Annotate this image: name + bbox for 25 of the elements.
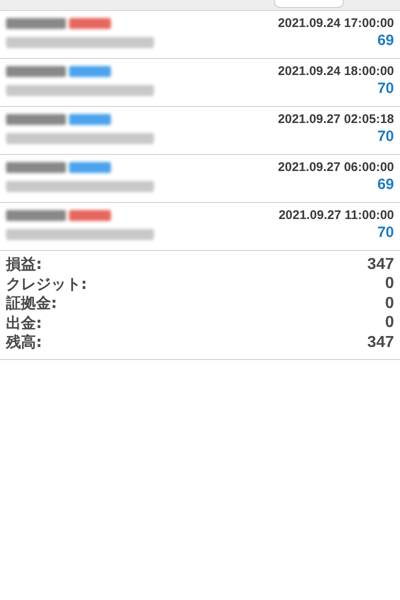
summary-label: クレジット:: [6, 274, 87, 294]
summary-label: 損益:: [6, 255, 42, 274]
summary-value: 0: [385, 275, 394, 294]
redacted-symbol: [6, 114, 66, 125]
summary-value: 0: [385, 294, 394, 313]
trade-time: 2021.09.24 17:00:00: [278, 16, 394, 30]
redacted-symbol: [6, 18, 66, 29]
redacted-symbol: [6, 66, 66, 77]
summary-label: 出金:: [6, 314, 42, 333]
trade-time: 2021.09.27 02:05:18: [278, 112, 394, 126]
summary-label: 証拠金:: [6, 294, 57, 314]
summary-value: 0: [385, 314, 394, 332]
redacted-symbol: [6, 210, 66, 221]
summary-value: 347: [367, 256, 394, 274]
redacted-symbol: [6, 162, 66, 173]
summary-value: 347: [367, 334, 394, 352]
trade-time: 2021.09.24 18:00:00: [278, 64, 394, 78]
trade-profit: 70: [377, 224, 394, 241]
trade-profit: 70: [377, 128, 394, 145]
trade-profit: 70: [377, 80, 394, 97]
trade-time: 2021.09.27 06:00:00: [278, 160, 394, 174]
trade-profit: 69: [377, 32, 394, 49]
trade-time: 2021.09.27 11:00:00: [278, 208, 394, 222]
summary-label: 残高:: [6, 333, 42, 352]
trade-profit: 69: [377, 176, 394, 193]
